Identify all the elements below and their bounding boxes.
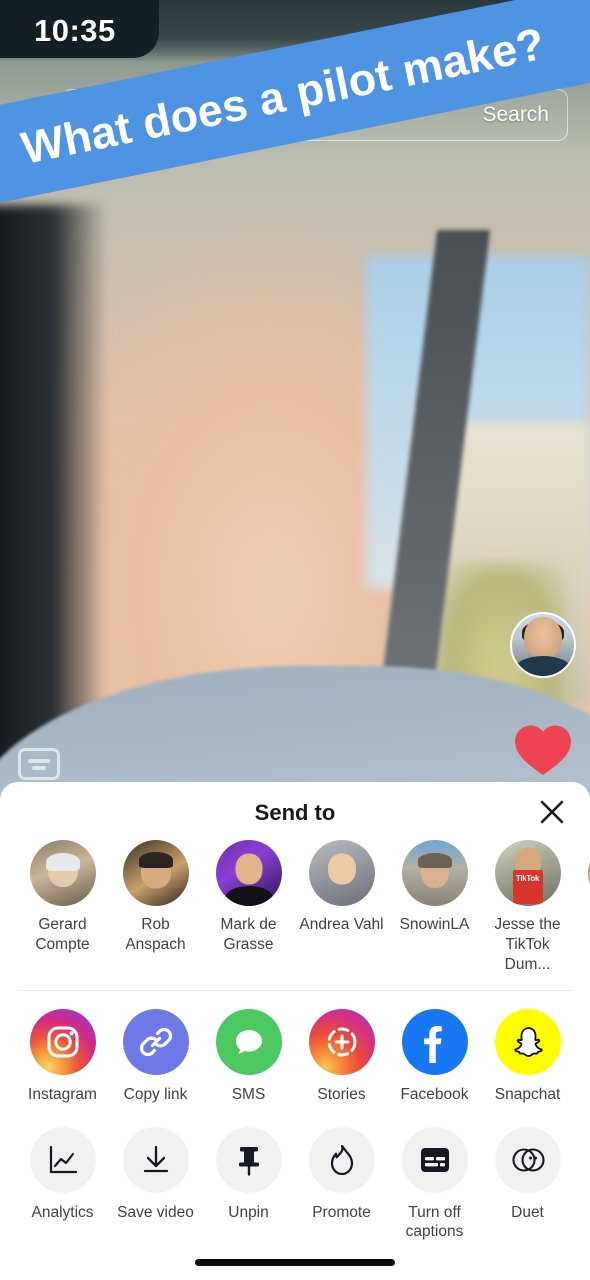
closed-captions-icon[interactable] — [18, 748, 60, 780]
contact-avatar — [29, 840, 96, 906]
message-bubble-icon — [215, 1009, 282, 1076]
contact-name: SnowinLA — [399, 916, 470, 933]
contact-name: Gerard Compte — [35, 916, 90, 953]
snapchat-ghost-icon — [494, 1009, 561, 1076]
contact-item[interactable]: Andrea Vahl — [295, 840, 388, 935]
contact-name: Andrea Vahl — [299, 916, 384, 933]
facebook-icon — [401, 1009, 468, 1076]
action-promote[interactable]: Promote — [295, 1126, 388, 1222]
avatar-face — [524, 616, 562, 659]
instagram-icon — [29, 1009, 96, 1076]
contact-item[interactable]: TikTok Jesse the TikTok Dum... — [481, 840, 574, 974]
share-target-snapchat[interactable]: Snapchat — [481, 1009, 574, 1104]
contact-name: Mark de Grasse — [220, 916, 277, 953]
close-icon — [540, 800, 564, 824]
action-label: Save video — [117, 1203, 194, 1221]
share-sheet: Send to Gerard Compte Rob Anspach Mark d… — [0, 782, 590, 1280]
contact-item[interactable]: Gerard Compte — [16, 840, 109, 955]
action-label: Duet — [511, 1203, 544, 1221]
share-sheet-header: Send to — [0, 782, 590, 834]
contacts-row[interactable]: Gerard Compte Rob Anspach Mark de Grasse… — [0, 834, 590, 974]
contact-avatar: TikTok — [494, 840, 561, 906]
share-target-stories[interactable]: Stories — [295, 1009, 388, 1104]
share-target-sms[interactable]: SMS — [202, 1009, 295, 1104]
contact-avatar — [215, 840, 282, 906]
download-icon — [122, 1126, 189, 1193]
link-icon — [122, 1009, 189, 1076]
action-label: Analytics — [31, 1203, 94, 1221]
share-target-label: Copy link — [123, 1086, 188, 1104]
flame-icon — [308, 1126, 375, 1193]
action-turn-off-captions[interactable]: Turn off captions — [388, 1126, 481, 1242]
share-sheet-title: Send to — [254, 800, 336, 825]
status-clock: 10:35 — [34, 13, 116, 48]
pin-icon — [215, 1126, 282, 1193]
tiktok-share-screen: 10:35 Search What does a pilot make? Sen… — [0, 0, 590, 1280]
share-target-label: Stories — [317, 1086, 366, 1104]
avatar-body — [515, 656, 571, 676]
actions-row[interactable]: Analytics Save video Unpin Promote Turn … — [0, 1105, 590, 1242]
contact-name: Jesse the TikTok Dum... — [494, 916, 561, 973]
action-duet[interactable]: Duet — [481, 1126, 574, 1222]
line-chart-icon — [29, 1126, 96, 1193]
action-label: Promote — [312, 1203, 371, 1221]
action-save-video[interactable]: Save video — [109, 1126, 202, 1222]
contact-item[interactable]: Mark de Grasse — [202, 840, 295, 955]
tiktok-book-thumbnail: TikTok — [512, 870, 543, 904]
captions-icon — [401, 1126, 468, 1193]
share-target-instagram[interactable]: Instagram — [16, 1009, 109, 1104]
contact-item[interactable]: Rob Anspach — [109, 840, 202, 955]
contact-name: Rob Anspach — [125, 916, 186, 953]
creator-avatar[interactable] — [510, 612, 576, 678]
share-target-facebook[interactable]: Facebook — [388, 1009, 481, 1104]
share-apps-row[interactable]: Instagram Copy link SMS Stories Facebook… — [0, 991, 590, 1104]
home-indicator — [195, 1259, 395, 1266]
contact-avatar — [122, 840, 189, 906]
duet-circles-icon — [494, 1126, 561, 1193]
stories-plus-icon — [308, 1009, 375, 1076]
action-label: Unpin — [228, 1203, 269, 1221]
contact-name: Y — [576, 915, 590, 935]
search-submit-button[interactable]: Search — [482, 103, 551, 127]
share-target-copy-link[interactable]: Copy link — [109, 1009, 202, 1104]
close-button[interactable] — [534, 794, 570, 830]
share-target-label: Instagram — [28, 1086, 97, 1104]
heart-icon — [515, 725, 571, 775]
action-label: Turn off captions — [405, 1203, 464, 1241]
action-unpin[interactable]: Unpin — [202, 1126, 295, 1222]
share-target-label: SMS — [231, 1086, 266, 1104]
share-target-label: Snapchat — [494, 1086, 561, 1104]
contact-avatar — [401, 840, 468, 906]
contact-avatar — [308, 840, 375, 906]
action-analytics[interactable]: Analytics — [16, 1126, 109, 1222]
contact-item[interactable]: Y — [574, 840, 590, 935]
contact-item[interactable]: SnowinLA — [388, 840, 481, 935]
share-target-label: Facebook — [400, 1086, 469, 1104]
